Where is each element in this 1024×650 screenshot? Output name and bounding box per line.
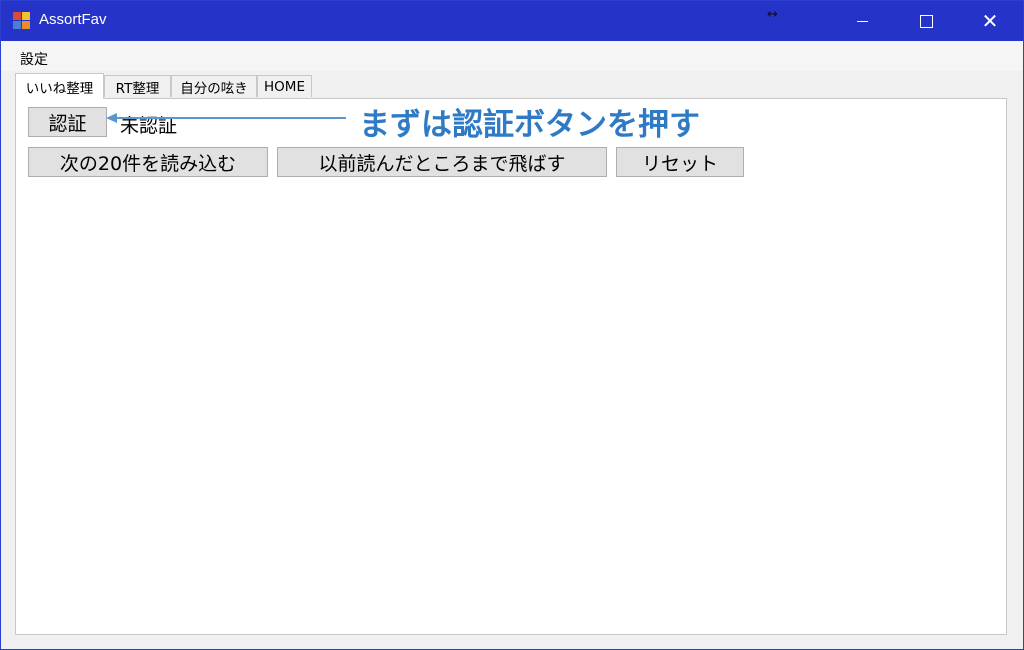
- auth-button[interactable]: 認証: [28, 107, 107, 137]
- minimize-button[interactable]: [839, 1, 885, 41]
- menu-bar: 設定: [1, 41, 1023, 71]
- resize-cursor-icon: ↔: [767, 7, 778, 22]
- tab-likes[interactable]: いいね整理: [15, 73, 104, 99]
- tab-my-tweets[interactable]: 自分の呟き: [171, 75, 257, 97]
- annotation-label: まずは認証ボタンを押す: [359, 107, 700, 143]
- close-button[interactable]: ✕: [967, 1, 1013, 41]
- tab-panel: 認証 未認証 次の20件を読み込む 以前読んだところまで飛ばす リセット: [15, 98, 1007, 635]
- tab-home[interactable]: HOME: [257, 75, 312, 97]
- close-icon: ✕: [981, 9, 999, 33]
- app-icon: [13, 12, 31, 30]
- reset-button[interactable]: リセット: [616, 147, 744, 177]
- annotation-arrow-icon: [106, 113, 346, 123]
- window-title: AssortFav: [39, 11, 107, 28]
- menu-item-settings[interactable]: 設定: [20, 49, 48, 69]
- minimize-icon: [856, 20, 868, 22]
- maximize-button[interactable]: [903, 1, 949, 41]
- app-window: AssortFav ↔ ✕ 設定 いいね整理 RT整理 自分の呟き HOME 認…: [0, 0, 1024, 650]
- maximize-icon: [919, 14, 933, 28]
- tab-retweets[interactable]: RT整理: [104, 75, 171, 97]
- load-next-button[interactable]: 次の20件を読み込む: [28, 147, 268, 177]
- title-bar[interactable]: AssortFav ↔ ✕: [1, 1, 1023, 41]
- skip-to-last-read-button[interactable]: 以前読んだところまで飛ばす: [277, 147, 607, 177]
